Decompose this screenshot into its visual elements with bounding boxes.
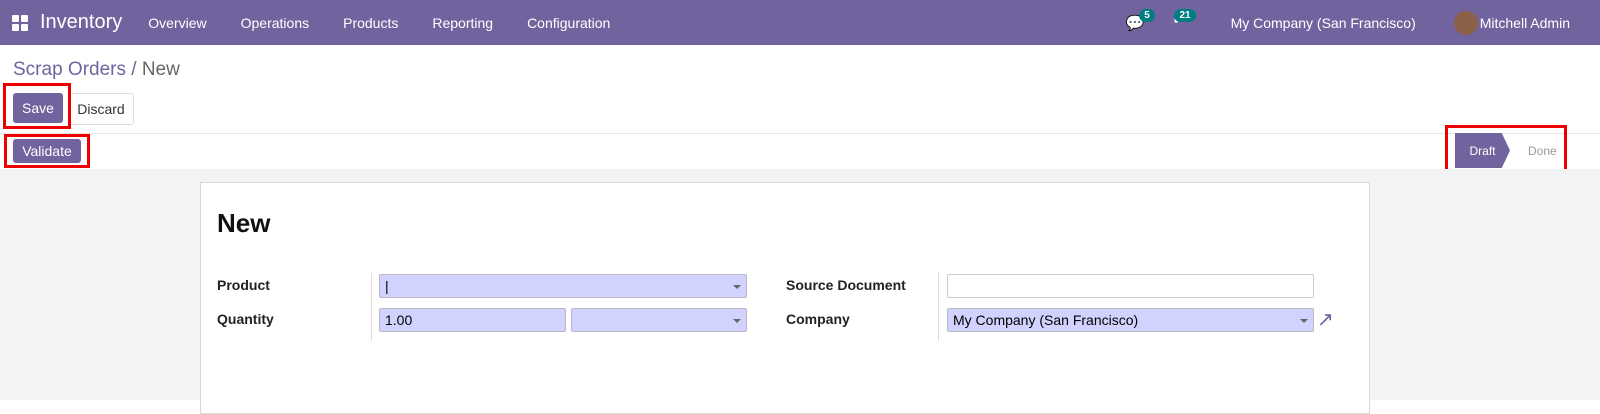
source-document-label: Source Document xyxy=(786,277,906,293)
menu-products[interactable]: Products xyxy=(343,15,398,31)
company-label: Company xyxy=(786,311,850,327)
breadcrumb: Scrap Orders / New xyxy=(13,59,180,81)
product-label: Product xyxy=(217,277,270,293)
breadcrumb-scrap-orders[interactable]: Scrap Orders xyxy=(13,59,126,80)
chevron-down-icon[interactable] xyxy=(1300,319,1308,327)
breadcrumb-separator: / xyxy=(131,59,137,80)
company-switcher[interactable]: My Company (San Francisco) xyxy=(1231,15,1416,31)
validate-highlight xyxy=(4,134,90,168)
chevron-down-icon[interactable] xyxy=(733,319,741,327)
menu-operations[interactable]: Operations xyxy=(241,15,309,31)
company-select[interactable]: My Company (San Francisco) xyxy=(947,308,1314,332)
external-link-icon[interactable]: ↗ xyxy=(1317,307,1334,332)
messages-badge: 5 xyxy=(1139,9,1155,22)
menu-configuration[interactable]: Configuration xyxy=(527,15,610,31)
status-bar xyxy=(0,133,1600,170)
top-navbar: Inventory Overview Operations Products R… xyxy=(0,0,1600,45)
divider xyxy=(371,273,372,341)
user-menu[interactable]: Mitchell Admin xyxy=(1480,15,1570,31)
menu-reporting[interactable]: Reporting xyxy=(432,15,493,31)
apps-menu-icon[interactable] xyxy=(12,14,28,31)
breadcrumb-current: New xyxy=(141,59,180,80)
form-sheet: New Product Quantity | 1.00 Source Docum… xyxy=(200,182,1370,414)
app-name[interactable]: Inventory xyxy=(40,11,122,34)
save-highlight xyxy=(3,83,71,129)
quantity-input[interactable]: 1.00 xyxy=(379,308,566,332)
chevron-down-icon[interactable] xyxy=(733,285,741,293)
source-document-input[interactable] xyxy=(947,274,1314,298)
avatar[interactable] xyxy=(1453,10,1478,35)
uom-select[interactable] xyxy=(571,308,747,332)
company-value: My Company (San Francisco) xyxy=(953,312,1139,328)
activity-badge: 21 xyxy=(1174,9,1196,22)
divider xyxy=(938,273,939,341)
form-title: New xyxy=(217,208,271,238)
menu-overview[interactable]: Overview xyxy=(148,15,206,31)
product-input[interactable]: | xyxy=(379,274,747,298)
quantity-label: Quantity xyxy=(217,311,274,327)
discard-button[interactable]: Discard xyxy=(68,93,134,125)
